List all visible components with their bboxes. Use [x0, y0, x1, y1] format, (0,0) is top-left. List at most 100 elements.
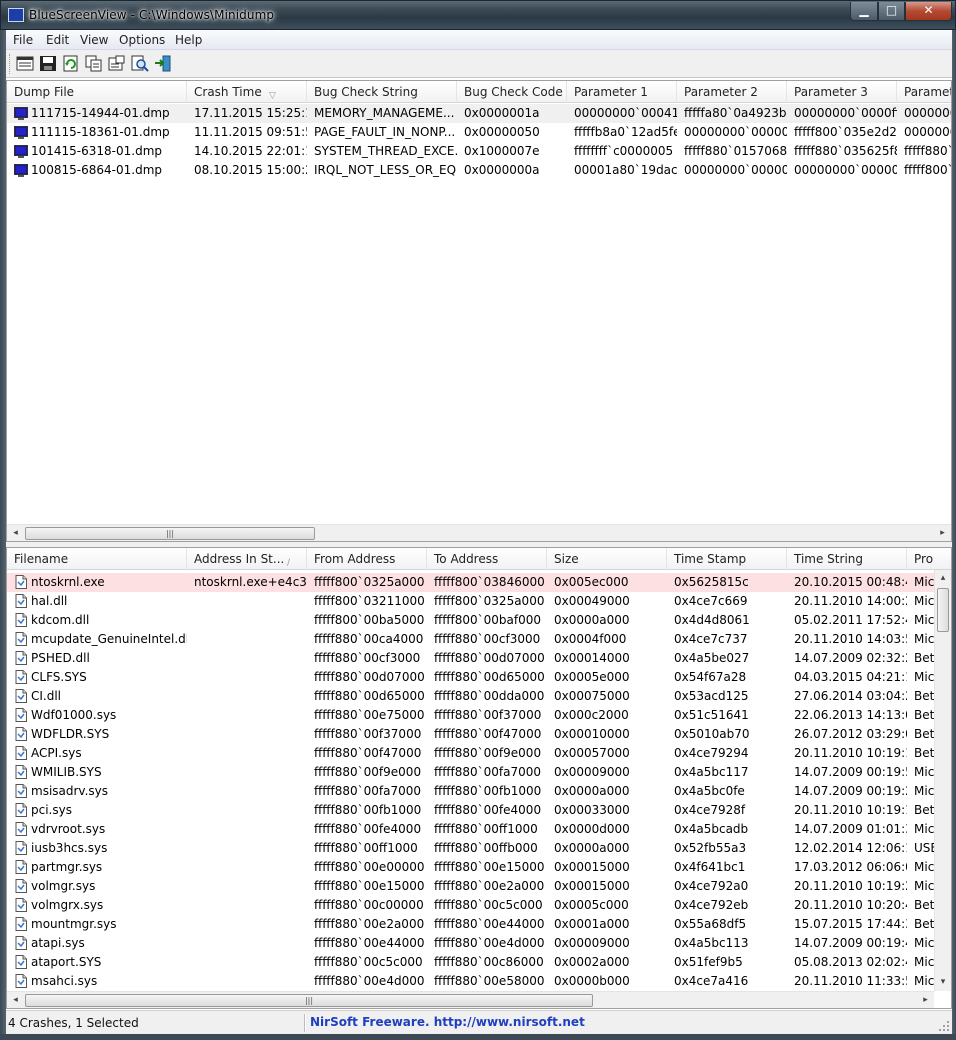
module-row[interactable]: Wdf01000.sys fffff880`00e75000 fffff880`00… — [7, 706, 934, 725]
column-size[interactable]: Size — [547, 548, 667, 570]
nirsoft-link[interactable]: NirSoft Freeware. http://www.nirsoft.net — [310, 1015, 585, 1029]
column-parameter-3[interactable]: Parameter 3 — [787, 81, 897, 103]
vscroll-thumb[interactable] — [937, 588, 949, 632]
module-row[interactable]: WDFLDR.SYS fffff880`00f37000 fffff880`00f4… — [7, 725, 934, 744]
hscroll-thumb[interactable]: ||| — [25, 527, 315, 540]
properties-icon[interactable] — [16, 55, 34, 72]
resize-grip-icon[interactable] — [938, 1020, 950, 1032]
module-row[interactable]: partmgr.sys fffff880`00e00000 fffff880`00e… — [7, 858, 934, 877]
find-icon[interactable] — [131, 55, 149, 72]
refresh-icon[interactable] — [62, 55, 80, 72]
cell-text: fffffb8a0`12ad5fe2 — [574, 125, 677, 139]
advanced-options-icon[interactable] — [108, 55, 126, 72]
module-cell: 0x0000d000 — [547, 820, 667, 839]
copy-icon[interactable] — [85, 55, 103, 72]
module-row[interactable]: volmgr.sys fffff880`00e15000 fffff880`00e2… — [7, 877, 934, 896]
exit-icon[interactable] — [154, 55, 172, 72]
module-cell: fffff880`00f37000 — [427, 706, 547, 725]
maximize-icon: □ — [885, 3, 898, 17]
column-time-string[interactable]: Time String — [787, 548, 907, 570]
menu-view[interactable]: View — [80, 33, 108, 47]
column-bug-check-string[interactable]: Bug Check String — [307, 81, 457, 103]
column-to-address[interactable]: To Address — [427, 548, 547, 570]
cell-text: fffff880`0 — [904, 144, 951, 158]
menu-help[interactable]: Help — [175, 33, 202, 47]
maximize-button[interactable]: □ — [878, 2, 905, 21]
cell-text: 00001a80`19dacb... — [574, 163, 677, 177]
scroll-left-icon[interactable]: ◂ — [7, 525, 24, 541]
cell-text: 0x5625815c — [674, 575, 749, 589]
column-parameter-1[interactable]: Parameter 1 — [567, 81, 677, 103]
scroll-left-icon[interactable]: ◂ — [7, 992, 24, 1008]
column-bug-check-code[interactable]: Bug Check Code — [457, 81, 567, 103]
module-row[interactable]: msisadrv.sys fffff880`00fa7000 fffff880`00… — [7, 782, 934, 801]
cell-text: fffff880`00c00000 — [314, 898, 424, 912]
module-cell: 0x4ce7c737 — [667, 630, 787, 649]
module-list-hscrollbar[interactable]: ◂ ||| ▸ — [7, 991, 934, 1008]
module-row[interactable]: PSHED.dll fffff880`00cf3000 fffff880`00d07… — [7, 649, 934, 668]
scroll-right-icon[interactable]: ▸ — [917, 992, 934, 1008]
cell-text: 0x00009000 — [554, 936, 630, 950]
module-row[interactable]: pci.sys fffff880`00fb1000 fffff880`00fe400… — [7, 801, 934, 820]
cell-text: 0x0000d000 — [554, 822, 630, 836]
column-parameter-2[interactable]: Parameter 2 — [677, 81, 787, 103]
module-row[interactable]: CI.dll fffff880`00d65000 fffff880`00dda000… — [7, 687, 934, 706]
menu-file[interactable]: File — [13, 33, 33, 47]
column-crash-time[interactable]: Crash Time ▽ — [187, 81, 307, 103]
column-parameter-4[interactable]: Paramete — [897, 81, 951, 103]
crash-row[interactable]: 111715-14944-01.dmp 17.11.2015 15:25:19 ME… — [7, 104, 951, 123]
bluescreenview-app-icon[interactable] — [8, 8, 24, 22]
module-cell: 15.07.2015 17:44:37 — [787, 915, 907, 934]
column-dump-file[interactable]: Dump File — [7, 81, 187, 103]
cell-text: 04.03.2015 04:21:12 — [794, 670, 907, 684]
crash-row[interactable]: 101415-6318-01.dmp 14.10.2015 22:01:17 SYS… — [7, 142, 951, 161]
module-row[interactable]: vdrvroot.sys fffff880`00fe4000 fffff880`00… — [7, 820, 934, 839]
column-from-address[interactable]: From Address — [307, 548, 427, 570]
module-cell: Mic — [907, 877, 934, 896]
module-row[interactable]: WMILIB.SYS fffff880`00f9e000 fffff880`00fa… — [7, 763, 934, 782]
menu-options[interactable]: Options — [119, 33, 165, 47]
column-label: Crash Time — [194, 85, 262, 99]
scroll-right-icon[interactable]: ▸ — [934, 525, 951, 541]
crash-list-hscrollbar[interactable]: ◂ ||| ▸ — [7, 524, 951, 541]
minimize-button[interactable]: ▁ — [850, 2, 878, 21]
module-row[interactable]: volmgrx.sys fffff880`00c00000 fffff880`00c… — [7, 896, 934, 915]
column-time-stamp[interactable]: Time Stamp — [667, 548, 787, 570]
module-cell: fffff880`00cf3000 — [427, 630, 547, 649]
close-button[interactable]: ✕ — [905, 2, 952, 21]
module-row[interactable]: mcupdate_GenuineIntel.dll fffff880`00ca40… — [7, 630, 934, 649]
module-list-vscrollbar[interactable]: ▴ ▾ — [934, 570, 951, 991]
cell-text: fffff880`00fb1000 — [434, 784, 542, 798]
hscroll-thumb[interactable]: ||| — [25, 994, 593, 1007]
module-row[interactable]: kdcom.dll fffff800`00ba5000 fffff800`00baf… — [7, 611, 934, 630]
module-cell: pci.sys — [7, 801, 187, 820]
crash-row[interactable]: 100815-6864-01.dmp 08.10.2015 15:00:23 IRQ… — [7, 161, 951, 180]
module-row[interactable]: ntoskrnl.exe ntoskrnl.exe+e4c30 fffff800`0… — [7, 573, 934, 592]
module-row[interactable]: ataport.SYS fffff880`00c5c000 fffff880`00c… — [7, 953, 934, 972]
column-product[interactable]: Pro — [907, 548, 951, 570]
module-row[interactable]: msahci.sys fffff880`00e4d000 fffff880`00e5… — [7, 972, 934, 991]
module-cell: 14.07.2009 00:19:51 — [787, 763, 907, 782]
module-cell: WMILIB.SYS — [7, 763, 187, 782]
column-filename[interactable]: Filename — [7, 548, 187, 570]
module-row[interactable]: CLFS.SYS fffff880`00d07000 fffff880`00d650… — [7, 668, 934, 687]
cell-text: fffff880`00ffb000 — [434, 841, 538, 855]
scroll-down-icon[interactable]: ▾ — [935, 974, 951, 991]
module-row[interactable]: mountmgr.sys fffff880`00e2a000 fffff880`00… — [7, 915, 934, 934]
cell-text: 0x52fb55a3 — [674, 841, 747, 855]
scroll-up-icon[interactable]: ▴ — [935, 570, 951, 587]
dump-file-icon — [14, 125, 28, 139]
cell-text: fffff800`00baf000 — [434, 613, 542, 627]
window-title: BlueScreenView - C:\Windows\Minidump — [29, 8, 274, 22]
cell-text: 22.06.2013 14:13:05 — [794, 708, 907, 722]
crash-row[interactable]: 111115-18361-01.dmp 11.11.2015 09:51:50 PA… — [7, 123, 951, 142]
save-icon[interactable] — [39, 55, 57, 72]
cell-text: fffff880`00e4d000 — [434, 936, 545, 950]
column-address-in-stack[interactable]: Address In St... / — [187, 548, 307, 570]
cell-text: atapi.sys — [31, 936, 85, 950]
menu-edit[interactable]: Edit — [46, 33, 69, 47]
module-row[interactable]: iusb3hcs.sys fffff880`00ff1000 fffff880`00… — [7, 839, 934, 858]
module-row[interactable]: ACPI.sys fffff880`00f47000 fffff880`00f9e0… — [7, 744, 934, 763]
module-row[interactable]: hal.dll fffff800`03211000 fffff800`0325a00… — [7, 592, 934, 611]
module-row[interactable]: atapi.sys fffff880`00e44000 fffff880`00e4d… — [7, 934, 934, 953]
